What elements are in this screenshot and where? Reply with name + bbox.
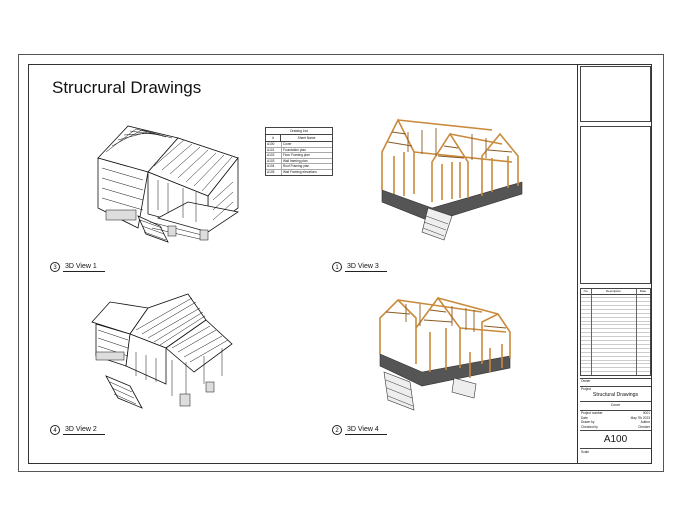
view-3d-3-drawing: [381, 118, 523, 241]
column-header-sheet-name: Sheet Name: [297, 136, 316, 140]
divider: [580, 448, 651, 449]
view-label-3d-view-3: 1 3D View 3: [332, 262, 387, 272]
title-block: No. Description Date Owner Project Struc…: [577, 64, 652, 464]
view-label-3d-view-1: 3 3D View 1: [50, 262, 105, 272]
view-3d-1-drawing: [97, 125, 240, 243]
view-label-3d-view-4: 2 3D View 4: [332, 425, 387, 435]
page-title: Strucrural Drawings: [52, 78, 202, 97]
view-3d-2-drawing: [91, 293, 233, 409]
sheet-number-cell: A104: [266, 164, 282, 169]
field-label: Drawn by: [581, 420, 595, 424]
sheet-number-cell: A103: [266, 158, 282, 164]
field-value: May 7th 2023: [630, 415, 650, 420]
drawing-list-table: Drawing List # Sheet Name A100 Cover A101…: [265, 127, 333, 176]
sheet-number-cell: A100: [266, 142, 282, 147]
sheet-name-cell: Roof Framing plan: [283, 164, 310, 169]
logo-box: [580, 66, 651, 122]
drawn-by-row: Drawn by Author: [581, 420, 650, 424]
sheet-number-cell: A105: [266, 169, 282, 175]
view-title: 3D View 2: [63, 426, 105, 435]
view-number-circle: 4: [50, 425, 60, 435]
view-title: 3D View 1: [63, 263, 105, 272]
revision-table: No. Description Date: [580, 288, 651, 376]
sheet-name: Structural Drawings: [592, 392, 639, 398]
revision-divider: [591, 289, 592, 375]
field-label: Project number: [581, 411, 603, 415]
notes-box: [580, 126, 651, 284]
project-number-row: Project number 0001: [581, 411, 650, 415]
view-number-circle: 1: [332, 262, 342, 272]
revision-divider: [636, 289, 637, 375]
view-number-circle: 2: [332, 425, 342, 435]
drawing-list-header-row: # Sheet Name: [266, 135, 332, 142]
view-number-circle: 3: [50, 262, 60, 272]
field-label: Date: [581, 415, 588, 420]
sheet-number-cell: A102: [266, 153, 282, 158]
view-title: 3D View 4: [345, 426, 387, 435]
field-label: Checked by: [581, 424, 598, 429]
field-value: 0001: [642, 411, 650, 415]
view-title: 3D View 3: [345, 263, 387, 272]
owner-label: Owner: [581, 379, 591, 383]
sheet-number-cell: A101: [266, 147, 282, 153]
field-value: Checker: [638, 424, 650, 429]
table-row: A105 Wall Framing elevations: [266, 169, 332, 175]
drawing-list-title: Drawing List: [266, 128, 332, 135]
date-row: Date May 7th 2023: [581, 416, 650, 420]
title-block-info: Owner Project Structural Drawings Cover …: [580, 378, 651, 462]
view-3d-4-drawing: [379, 296, 511, 411]
field-value: Author: [640, 420, 650, 424]
column-header-number: #: [266, 135, 281, 141]
sheet-name-cell: Foundation plan: [283, 147, 306, 152]
sheet-number: A100: [603, 434, 628, 445]
divider: [580, 430, 651, 431]
divider: [580, 378, 651, 379]
sheet-subtitle: Cover: [610, 403, 621, 407]
view-label-3d-view-2: 4 3D View 2: [50, 425, 105, 435]
sheet-name-cell: Wall Framing elevations: [283, 169, 317, 174]
divider: [580, 401, 651, 402]
sheet-name-cell: Wall framing plan: [283, 158, 308, 163]
sheet-name-cell: Floor Framing plan: [283, 153, 310, 158]
scale-label: Scale: [581, 450, 589, 454]
sheet-name-cell: Cover: [283, 142, 292, 146]
checked-by-row: Checked by Checker: [581, 425, 650, 429]
project-label: Project: [581, 387, 591, 391]
